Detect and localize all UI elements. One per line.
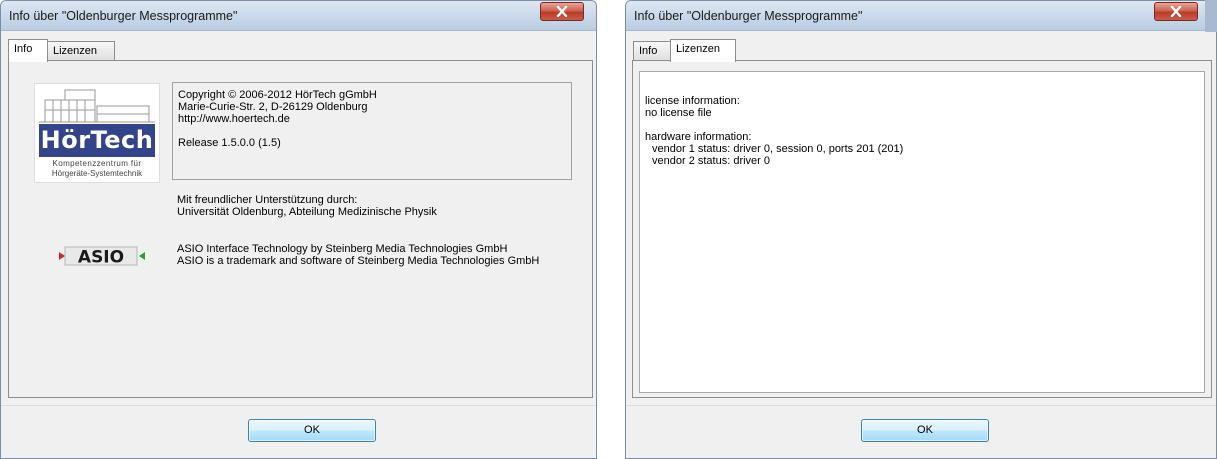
tab-info[interactable]: Info [8,39,48,62]
tab-lizenzen-label: Lizenzen [53,45,98,57]
close-icon [556,6,568,17]
tab-info[interactable]: Info [633,41,671,61]
tab-lizenzen[interactable]: Lizenzen [47,41,115,61]
hortech-subtitle-2: Hörgeräte-Systemtechnik [51,169,143,178]
asio-logo-text: ASIO [78,248,124,268]
support-text: Mit freundlicher Unterstützung durch: Un… [177,194,437,218]
asio-line-2: ASIO is a trademark and software of Stei… [177,255,540,267]
support-line-1: Mit freundlicher Unterstützung durch: [177,194,358,206]
asio-line-1: ASIO Interface Technology by Steinberg M… [177,243,508,255]
close-button[interactable] [540,2,584,21]
window-title: Info über "Oldenburger Messprogramme" [634,9,863,23]
hortech-subtitle-1: Kompetenzzentrum für [52,159,142,168]
ok-button[interactable]: OK [248,419,376,442]
asio-logo: ASIO [59,246,145,268]
license-heading: license information: [645,95,740,107]
asio-text: ASIO Interface Technology by Steinberg M… [177,243,539,267]
hortech-logo: HörTech Kompetenzzentrum für Hörgeräte-S… [34,83,160,183]
about-dialog-licenses: Info über "Oldenburger Messprogramme" In… [625,0,1217,459]
close-icon [1170,6,1182,17]
licenses-panel: license information: no license file har… [632,60,1212,398]
window-edge [1205,0,1217,32]
license-status: no license file [645,107,712,119]
hardware-heading: hardware information: [645,131,752,143]
about-dialog-info: Info über "Oldenburger Messprogramme" In… [0,0,597,459]
tab-lizenzen-label: Lizenzen [676,43,721,55]
ok-button[interactable]: OK [861,419,989,442]
copyright-line: Copyright © 2006-2012 HörTech gGmbH [178,89,377,101]
info-panel: HörTech Kompetenzzentrum für Hörgeräte-S… [8,60,593,398]
copyright-box: Copyright © 2006-2012 HörTech gGmbH Mari… [172,82,572,180]
close-button[interactable] [1154,2,1198,21]
title-bar[interactable]: Info über "Oldenburger Messprogramme" [1,1,596,31]
license-text-area[interactable]: license information: no license file har… [639,71,1205,393]
footer-divider [1,405,596,406]
support-line-2: Universität Oldenburg, Abteilung Medizin… [177,206,437,218]
building-icon [39,89,155,123]
vendor-2-status: vendor 2 status: driver 0 [652,155,771,167]
tab-lizenzen[interactable]: Lizenzen [670,39,736,62]
release-line: Release 1.5.0.0 (1.5) [178,137,281,149]
window-title: Info über "Oldenburger Messprogramme" [9,9,238,23]
vendor-1-status: vendor 1 status: driver 0, session 0, po… [652,143,904,155]
tab-info-label: Info [14,43,33,55]
title-bar[interactable]: Info über "Oldenburger Messprogramme" [626,1,1216,31]
address-line: Marie-Curie-Str. 2, D-26129 Oldenburg [178,101,368,113]
website-line: http://www.hoertech.de [178,113,290,125]
footer-divider [626,405,1216,406]
tab-info-label: Info [639,45,658,57]
hortech-brand: HörTech [39,124,155,157]
